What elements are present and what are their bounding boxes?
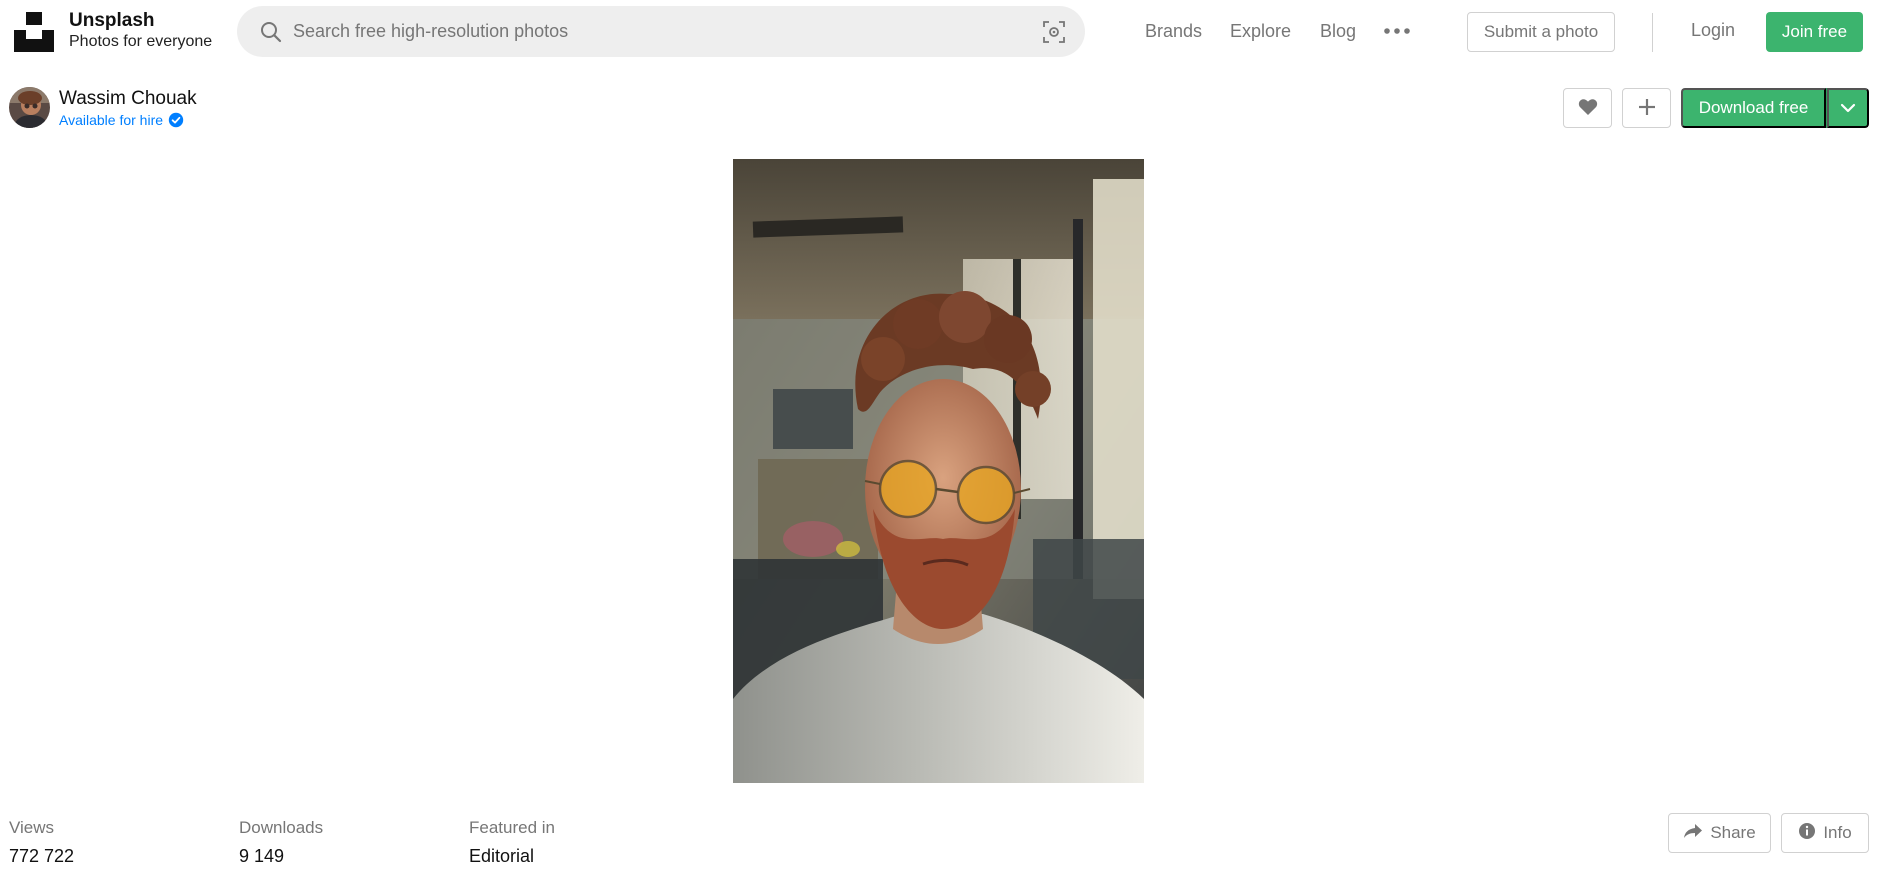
info-button[interactable]: Info	[1781, 813, 1869, 853]
visual-search-icon[interactable]	[1041, 19, 1067, 45]
submit-photo-button[interactable]: Submit a photo	[1467, 12, 1615, 52]
featured-in-link[interactable]: Editorial	[469, 846, 534, 867]
nav-brands[interactable]: Brands	[1145, 20, 1202, 42]
main-photo[interactable]	[733, 159, 1144, 783]
search-input[interactable]	[293, 6, 993, 57]
join-free-button[interactable]: Join free	[1766, 12, 1863, 52]
views-label: Views	[9, 818, 55, 837]
brand[interactable]: Unsplash Photos for everyone	[69, 10, 212, 52]
brand-name: Unsplash	[69, 10, 155, 31]
verified-badge-icon	[168, 112, 184, 128]
brand-tagline: Photos for everyone	[69, 33, 213, 50]
add-to-collection-button[interactable]	[1622, 88, 1671, 128]
top-navigation: Unsplash Photos for everyone Brands Expl…	[0, 0, 1889, 62]
nav-explore[interactable]: Explore	[1230, 20, 1291, 42]
plus-icon	[1637, 97, 1657, 120]
like-button[interactable]	[1563, 88, 1612, 128]
search-icon[interactable]	[259, 20, 283, 44]
chevron-down-icon	[1840, 101, 1856, 116]
share-label: Share	[1710, 823, 1756, 842]
info-label: Info	[1823, 823, 1852, 842]
views-value: 772 722	[9, 846, 75, 866]
heart-icon	[1578, 98, 1598, 119]
login-link[interactable]: Login	[1691, 20, 1735, 41]
share-button[interactable]: Share	[1668, 813, 1771, 853]
nav-divider	[1652, 13, 1653, 52]
downloads-label: Downloads	[239, 818, 324, 837]
featured-in-label: Featured in	[469, 818, 555, 837]
hire-status[interactable]: Available for hire	[59, 112, 184, 128]
nav-blog[interactable]: Blog	[1320, 20, 1356, 42]
photographer-name[interactable]: Wassim Chouak	[59, 88, 197, 110]
download-size-menu-button[interactable]	[1827, 88, 1869, 128]
share-arrow-icon	[1683, 823, 1703, 844]
more-horizontal-icon[interactable]	[1383, 19, 1411, 43]
info-icon	[1798, 822, 1816, 845]
download-free-button[interactable]: Download free	[1681, 88, 1826, 128]
downloads-value: 9 149	[239, 846, 285, 866]
unsplash-logo-icon[interactable]	[14, 12, 54, 52]
avatar[interactable]	[9, 87, 50, 128]
hire-status-label[interactable]: Available for hire	[59, 112, 163, 128]
search-bar	[237, 6, 1085, 57]
